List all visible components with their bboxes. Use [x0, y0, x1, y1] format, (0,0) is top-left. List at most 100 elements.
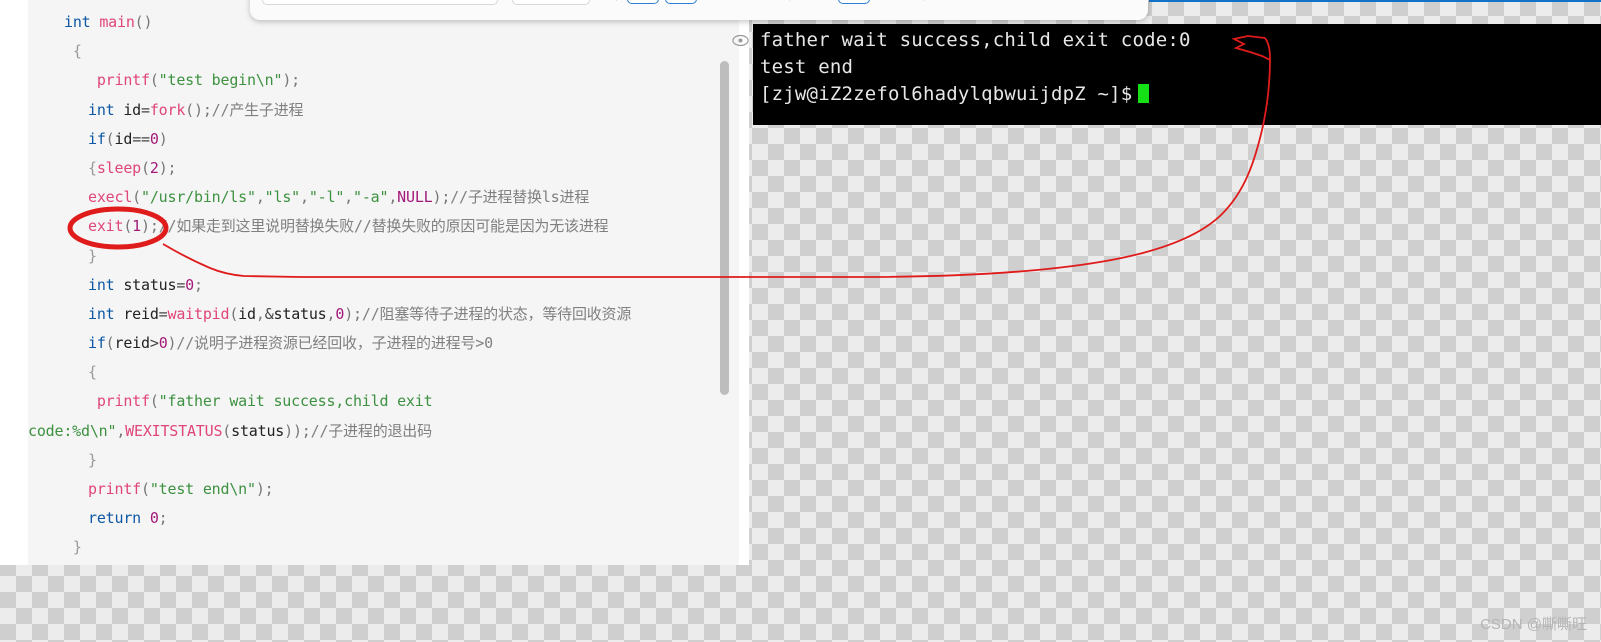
code-line: exit(1);//如果走到这里说明替换失败//替换失败的原因可能是因为无该进程: [28, 212, 739, 241]
code-token: printf: [88, 392, 150, 411]
code-line: int status=0;: [28, 271, 739, 300]
align-left-button[interactable]: ≡: [800, 0, 832, 4]
code-token: );: [158, 158, 177, 177]
code-token: {: [88, 363, 97, 382]
underline-button[interactable]: U: [703, 0, 735, 4]
code-token: status: [123, 275, 177, 294]
align-right-button[interactable]: ≡: [876, 0, 908, 4]
code-token: main: [99, 13, 135, 31]
code-token: printf: [88, 480, 141, 498]
code-line: printf("father wait success,child exit: [28, 387, 739, 416]
csdn-watermark: CSDN @嘶嘶旺: [1480, 616, 1587, 633]
code-line: printf("test begin\n");: [28, 66, 739, 95]
strikethrough-button[interactable]: S: [741, 0, 773, 4]
code-line: {: [28, 37, 739, 66]
code-token: "-l": [308, 188, 345, 207]
code-token: int: [88, 275, 124, 294]
code-token: =: [158, 304, 168, 323]
code-token: );: [432, 188, 451, 207]
code-token: }: [88, 246, 97, 265]
code-token: }: [88, 450, 97, 469]
code-token: (: [149, 71, 159, 90]
code-token: //如果走到这里说明替换失败//替换失败的原因可能是因为无该进程: [158, 217, 609, 236]
code-token: "/usr/bin/ls": [141, 188, 256, 207]
code-token: if: [88, 334, 106, 353]
code-token: ,: [388, 188, 398, 207]
code-token: "-a": [353, 188, 389, 207]
code-token: );: [282, 71, 300, 90]
code-token: ();: [185, 100, 212, 119]
code-token: reid: [114, 334, 151, 353]
code-token: (: [105, 334, 115, 353]
code-token: //说明子进程资源已经回收，子进程的进程号>0: [176, 334, 493, 353]
code-token: sleep: [96, 158, 141, 177]
code-lines-container: int main() { printf("test begin\n"); int …: [28, 0, 739, 563]
code-token: (: [123, 217, 133, 236]
font-size-select[interactable]: 11: [512, 0, 590, 5]
code-token: (): [134, 13, 153, 31]
code-line: execl("/usr/bin/ls","ls","-l","-a",NULL)…: [28, 183, 739, 212]
code-editor-panel[interactable]: int main() { printf("test begin\n"); int …: [0, 0, 749, 565]
terminal-line-2: test end: [760, 56, 854, 78]
code-token: if: [88, 129, 106, 148]
code-token: (: [132, 188, 141, 207]
code-token: NULL: [397, 188, 433, 207]
code-editor-scrollbar-thumb[interactable]: [720, 61, 729, 395]
code-line: {sleep(2);: [28, 154, 739, 183]
code-token: ;: [194, 275, 203, 294]
code-token: >: [149, 334, 159, 353]
code-token: ==: [132, 129, 150, 148]
code-token: =: [176, 275, 186, 294]
terminal-top-edge-highlight: [1149, 0, 1601, 2]
code-token: (: [229, 304, 239, 323]
code-token: 0: [185, 275, 195, 294]
code-token: =: [141, 100, 150, 119]
code-token: (: [222, 421, 232, 440]
code-token: (: [105, 129, 115, 148]
code-token: {: [64, 42, 82, 61]
code-token: );: [344, 304, 362, 323]
code-editor-surface[interactable]: int main() { printf("test begin\n"); int …: [28, 0, 739, 565]
code-token: ));: [284, 421, 311, 440]
code-line: }: [28, 533, 739, 562]
code-token: ,: [299, 188, 309, 207]
terminal-cursor: [1138, 84, 1150, 103]
formatting-toolbar[interactable]: Segoe UI 11 B I U S ≡ ≡ ≡ 背景颜色: [250, 0, 1148, 20]
code-token: reid: [123, 304, 159, 323]
code-token: }: [64, 538, 82, 557]
code-line: return 0;: [28, 504, 739, 533]
code-token: ,: [255, 304, 265, 323]
toolbar-divider-2: [789, 0, 790, 1]
terminal-line-1: father wait success,child exit code:0: [760, 29, 1191, 51]
code-line: }: [28, 446, 739, 475]
font-family-select[interactable]: Segoe UI: [262, 0, 498, 5]
code-token: ): [158, 129, 168, 148]
code-token: ,: [116, 421, 126, 440]
code-token: 2: [149, 158, 159, 177]
code-token: ;: [158, 509, 168, 528]
code-token: //产生子进程: [211, 100, 304, 119]
code-token: 1: [132, 217, 142, 236]
terminal-window[interactable]: father wait success,child exit code:0 te…: [753, 24, 1601, 125]
code-token: //子进程的退出码: [310, 421, 432, 440]
bold-button[interactable]: B: [627, 0, 659, 4]
code-token: (: [141, 480, 150, 498]
code-token: //阻塞等待子进程的状态，等待回收资源: [361, 304, 632, 323]
code-token: );: [141, 217, 159, 236]
code-token: 0: [335, 304, 345, 323]
italic-button[interactable]: I: [665, 0, 697, 4]
eye-icon[interactable]: [732, 34, 749, 47]
code-token: id: [114, 129, 133, 148]
code-token: id: [238, 304, 256, 323]
code-token: "test end\n": [149, 480, 256, 498]
code-token: );: [255, 480, 274, 498]
code-token: status: [273, 304, 327, 323]
code-token: printf: [88, 71, 150, 90]
align-center-button[interactable]: ≡: [838, 0, 870, 4]
code-token: //子进程替换ls进程: [450, 188, 590, 207]
code-token: "test begin\n": [158, 71, 283, 90]
terminal-output: father wait success,child exit code:0 te…: [753, 24, 1601, 108]
code-line: printf("test end\n");: [28, 475, 739, 504]
code-line: }: [28, 242, 739, 271]
code-token: {: [88, 158, 97, 177]
